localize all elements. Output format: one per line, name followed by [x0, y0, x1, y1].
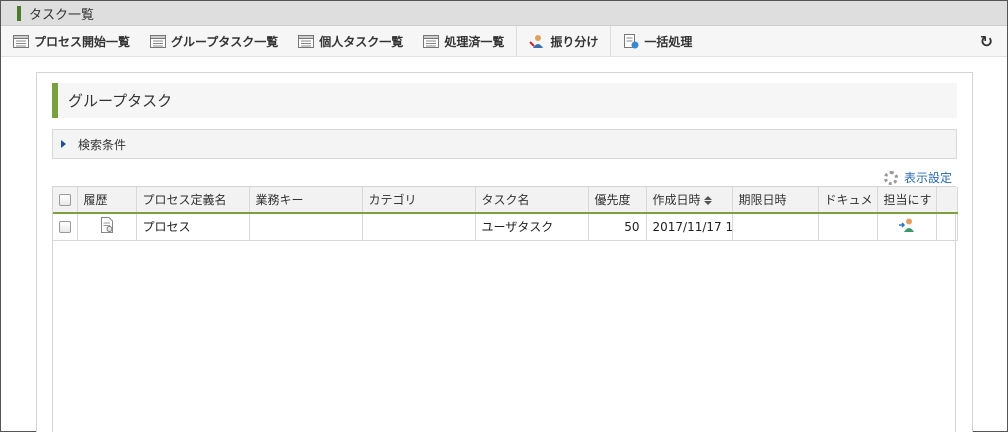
column-header-created-label: 作成日時: [652, 193, 701, 207]
toolbar-processed-list[interactable]: 処理済一覧: [413, 26, 514, 57]
column-header-history[interactable]: 履歴: [77, 187, 137, 214]
heading-accent-bar: [52, 83, 58, 118]
list-icon: [298, 34, 315, 48]
row-checkbox[interactable]: [59, 221, 71, 234]
gear-icon: [883, 170, 898, 185]
column-header-created[interactable]: 作成日時: [646, 187, 733, 214]
assign-user-icon: [529, 35, 544, 48]
history-document-icon[interactable]: [100, 217, 114, 234]
column-header-task-name[interactable]: タスク名: [475, 187, 589, 214]
assign-to-me-icon[interactable]: [898, 217, 916, 233]
history-cell[interactable]: [77, 213, 137, 241]
toolbar-label: 振り分け: [550, 34, 599, 49]
select-all-checkbox-cell[interactable]: [53, 187, 78, 214]
toolbar-assign[interactable]: 振り分け: [519, 26, 608, 57]
cell-created: 2017/11/17 17:: [646, 213, 733, 241]
cell-priority: 50: [588, 213, 647, 241]
cell-document: [818, 213, 878, 241]
table-row[interactable]: プロセス ユーザタスク 50 2017/11/17 17:: [53, 213, 958, 241]
toolbar-personal-task-list[interactable]: 個人タスク一覧: [288, 26, 413, 57]
cell-process-name: プロセス: [136, 213, 250, 241]
cell-category: [362, 213, 476, 241]
toolbar-label: グループタスク一覧: [171, 34, 279, 49]
cell-business-key: [249, 213, 363, 241]
column-header-category[interactable]: カテゴリ: [362, 187, 476, 214]
task-table: 履歴 プロセス定義名 業務キー カテゴリ タスク名 優先度 作成日時 期限日時 …: [52, 186, 958, 432]
column-header-assign-to-me[interactable]: 担当にす: [877, 187, 937, 214]
list-icon: [150, 34, 167, 48]
sort-icon: [703, 196, 712, 205]
window-title: タスク一覧: [29, 7, 95, 23]
toolbar-batch-process[interactable]: 一括処理: [613, 26, 702, 57]
refresh-icon[interactable]: ↻: [980, 32, 993, 51]
column-header-process-name[interactable]: プロセス定義名: [136, 187, 250, 214]
column-header-priority[interactable]: 優先度: [588, 187, 647, 214]
toolbar-separator: [610, 25, 612, 57]
column-header-filler: [936, 187, 958, 214]
toolbar-process-start-list[interactable]: プロセス開始一覧: [1, 26, 140, 57]
toolbar: プロセス開始一覧 グループタスク一覧 個人タスク一覧 処理済一覧 振り分け 一括…: [1, 25, 1007, 57]
search-conditions-toggle[interactable]: 検索条件: [52, 129, 957, 159]
toolbar-group-task-list[interactable]: グループタスク一覧: [140, 26, 288, 57]
cell-due: [732, 213, 819, 241]
toolbar-label: 個人タスク一覧: [319, 34, 404, 49]
batch-process-icon: [624, 34, 639, 49]
table-header-row: 履歴 プロセス定義名 業務キー カテゴリ タスク名 優先度 作成日時 期限日時 …: [53, 187, 958, 214]
assign-cell[interactable]: [877, 213, 937, 241]
toolbar-label: プロセス開始一覧: [34, 34, 131, 49]
column-header-due[interactable]: 期限日時: [732, 187, 819, 214]
page-title: グループタスク: [68, 92, 173, 110]
display-settings-link[interactable]: 表示設定: [883, 169, 952, 186]
section-heading: グループタスク: [52, 83, 957, 118]
filler-cell: [936, 213, 958, 241]
search-conditions-label: 検索条件: [78, 137, 127, 152]
display-settings-label: 表示設定: [903, 171, 952, 185]
title-marker: [17, 5, 21, 21]
main-panel: グループタスク 検索条件 表示設定 履歴 プロセス定義名 業務キー カテゴリ タ…: [36, 72, 973, 432]
list-icon: [13, 34, 29, 48]
row-checkbox-cell[interactable]: [53, 213, 78, 241]
cell-task-name: ユーザタスク: [475, 213, 589, 241]
column-header-document[interactable]: ドキュメ: [818, 187, 878, 214]
toolbar-separator: [516, 25, 518, 57]
expand-triangle-icon: [61, 140, 66, 148]
window-titlebar: タスク一覧: [1, 1, 1007, 26]
select-all-checkbox[interactable]: [59, 194, 71, 206]
toolbar-label: 処理済一覧: [444, 34, 505, 49]
list-icon: [423, 34, 440, 48]
toolbar-label: 一括処理: [644, 34, 693, 49]
column-header-business-key[interactable]: 業務キー: [249, 187, 363, 214]
